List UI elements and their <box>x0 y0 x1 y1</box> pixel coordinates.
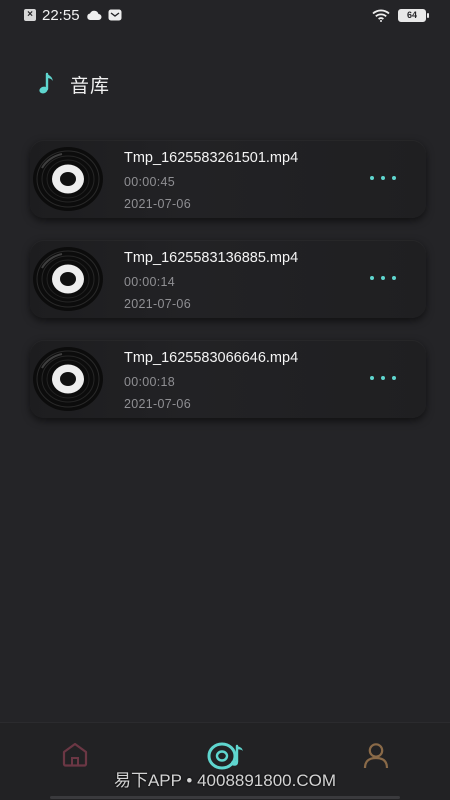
music-note-icon <box>39 72 53 94</box>
vinyl-disc-icon <box>33 347 103 411</box>
track-title: Tmp_1625583136885.mp4 <box>124 250 299 266</box>
more-options-button[interactable] <box>370 170 396 186</box>
wifi-icon <box>372 9 390 22</box>
vinyl-disc-icon <box>33 247 103 311</box>
page-title: 音库 <box>70 74 111 97</box>
home-icon <box>62 742 88 767</box>
status-time: 22:55 <box>42 6 80 24</box>
track-date: 2021-07-06 <box>124 197 191 211</box>
cloud-icon <box>86 10 102 20</box>
battery-indicator: 64 <box>398 8 429 22</box>
track-duration: 00:00:18 <box>124 375 176 389</box>
track-title: Tmp_1625583066646.mp4 <box>124 350 299 366</box>
track-item[interactable]: Tmp_1625583066646.mp4 00:00:18 2021-07-0… <box>30 340 426 418</box>
more-options-button[interactable] <box>370 270 396 286</box>
more-options-button[interactable] <box>370 370 396 386</box>
page-header: 音库 <box>38 70 110 98</box>
vinyl-disc-icon <box>33 147 103 211</box>
track-date: 2021-07-06 <box>124 297 191 311</box>
message-icon <box>108 9 122 21</box>
profile-icon <box>363 743 389 769</box>
track-date: 2021-07-06 <box>124 397 191 411</box>
watermark-text: 易下APP • 4008891800.COM <box>113 771 337 790</box>
track-duration: 00:00:14 <box>124 275 176 289</box>
track-duration: 00:00:45 <box>124 175 176 189</box>
track-item[interactable]: Tmp_1625583136885.mp4 00:00:14 2021-07-0… <box>30 240 426 318</box>
home-indicator <box>50 796 400 799</box>
status-bar: × 22:55 64 <box>0 0 450 30</box>
track-item[interactable]: Tmp_1625583261501.mp4 00:00:45 2021-07-0… <box>30 140 426 218</box>
notification-close-icon: × <box>24 9 36 21</box>
track-title: Tmp_1625583261501.mp4 <box>124 150 299 166</box>
